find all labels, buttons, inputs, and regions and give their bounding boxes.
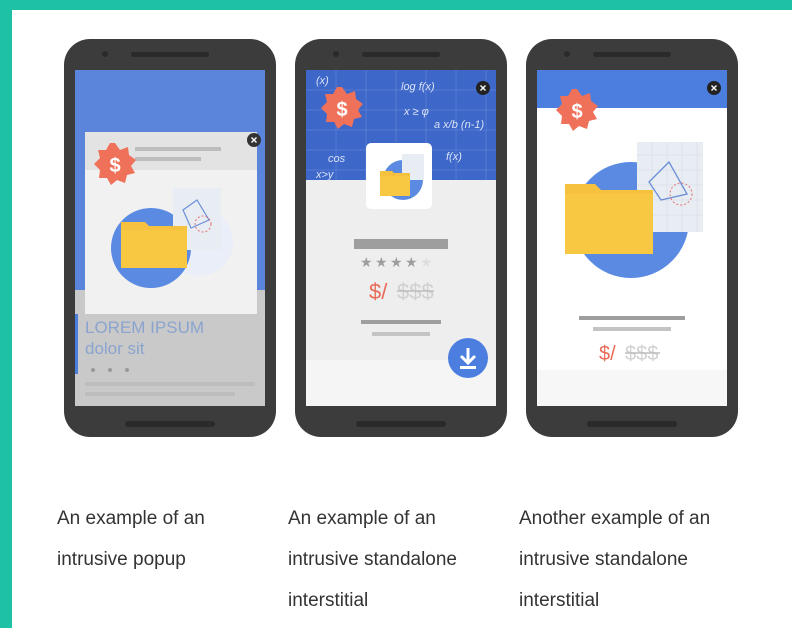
svg-text:log f(x): log f(x) [401, 81, 435, 93]
camera-dot [564, 51, 570, 57]
app-badge-icon: $ [94, 143, 136, 185]
close-icon[interactable] [476, 81, 490, 95]
popup-illustration: LOREM IPSUM dolor sit [75, 70, 265, 406]
speaker-grille [362, 52, 440, 57]
caption-line: intrusive standalone [288, 549, 457, 570]
price-strike: $$$ [625, 343, 658, 365]
close-icon[interactable] [707, 81, 721, 95]
app-badge-icon: $ [556, 89, 598, 131]
svg-text:★: ★ [390, 254, 403, 270]
content-frame: LOREM IPSUM dolor sit $ log f(x) (x) a x… [12, 10, 792, 628]
svg-text:$: $ [109, 155, 120, 177]
camera-dot [102, 51, 108, 57]
star-rating: ★ ★ ★ ★ ★ [360, 254, 433, 270]
svg-text:a x/b (n-1): a x/b (n-1) [434, 119, 484, 131]
svg-text:x ≥ φ: x ≥ φ [403, 106, 429, 118]
caption-line: An example of an [57, 508, 205, 529]
caption-line: Another example of an [519, 508, 711, 529]
caption-popup: An example of an intrusive popup [57, 498, 267, 580]
svg-text:★: ★ [405, 254, 418, 270]
camera-dot [333, 51, 339, 57]
caption-line: interstitial [519, 590, 600, 611]
svg-text:★: ★ [375, 254, 388, 270]
svg-text:★: ★ [360, 254, 373, 270]
phone-mockup-standalone-2: $/ $$$ $ [526, 39, 738, 437]
speaker-grille [593, 52, 671, 57]
phone-mockup-popup: LOREM IPSUM dolor sit $ [64, 39, 276, 437]
app-badge-icon: $ [321, 87, 363, 129]
price-currency: $/ [599, 343, 616, 365]
svg-text:cos: cos [328, 153, 346, 165]
home-bar [125, 421, 215, 427]
caption-standalone-2: Another example of an intrusive standalo… [519, 498, 729, 621]
caption-line: intrusive popup [57, 549, 186, 570]
caption-line: interstitial [288, 590, 369, 611]
svg-text:$: $ [336, 99, 347, 121]
caption-line: An example of an [288, 508, 436, 529]
article-headline-line2: dolor sit [85, 339, 145, 358]
phone-screen: LOREM IPSUM dolor sit $ [75, 70, 265, 406]
phone-screen: $/ $$$ $ [537, 70, 727, 406]
svg-text:x>y: x>y [315, 169, 335, 181]
svg-text:★: ★ [420, 254, 433, 270]
home-bar [356, 421, 446, 427]
svg-text:$: $ [571, 101, 582, 123]
caption-standalone: An example of an intrusive standalone in… [288, 498, 498, 621]
speaker-grille [131, 52, 209, 57]
download-button-icon[interactable] [448, 338, 488, 378]
home-bar [587, 421, 677, 427]
article-headline-line1: LOREM IPSUM [85, 318, 204, 337]
popup-close-icon[interactable] [247, 133, 261, 147]
price-currency: $/ [369, 279, 388, 304]
phone-mockup-standalone: log f(x) (x) a x/b (n-1) f(x) x ≥ φ x>y … [295, 39, 507, 437]
caption-line: intrusive standalone [519, 549, 688, 570]
svg-text:f(x): f(x) [446, 151, 462, 163]
phone-screen: log f(x) (x) a x/b (n-1) f(x) x ≥ φ x>y … [306, 70, 496, 406]
